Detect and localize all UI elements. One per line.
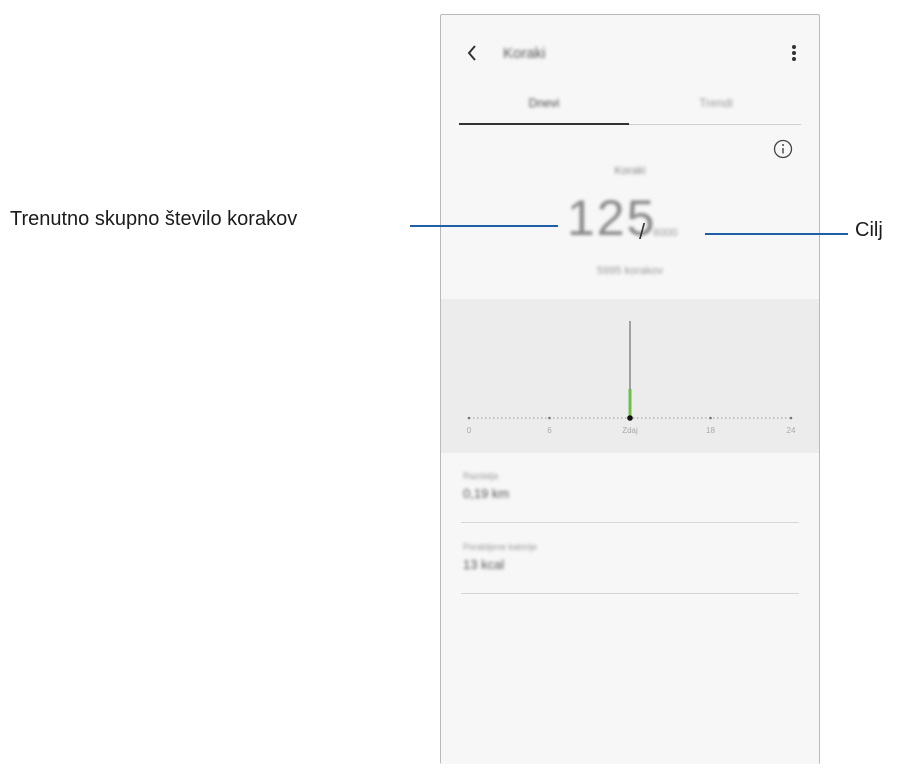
chart-svg: 0 6 Zdaj 18 24 xyxy=(467,321,796,435)
chart-tick-label: 0 xyxy=(467,426,472,435)
chart-tick-dot xyxy=(709,416,712,420)
steps-slash: / xyxy=(639,219,646,244)
more-vertical-icon[interactable] xyxy=(783,41,805,65)
callout-line-right xyxy=(705,233,848,235)
tab-trends[interactable]: Trendi xyxy=(631,89,801,125)
page-title: Koraki xyxy=(503,45,546,62)
chart-tick-label: 6 xyxy=(547,426,552,435)
active-tab-indicator xyxy=(459,123,629,125)
hourly-steps-chart: 0 6 Zdaj 18 24 xyxy=(441,299,819,453)
tab-days[interactable]: Dnevi xyxy=(459,89,629,125)
steps-label: Koraki xyxy=(614,165,646,177)
chart-tick-dot xyxy=(548,416,551,420)
chart-now-dot xyxy=(627,415,633,421)
stat-calories-value: 13 kcal xyxy=(463,557,505,572)
chart-tick-label: 24 xyxy=(787,426,796,435)
info-icon[interactable] xyxy=(771,137,795,161)
stat-distance-label: Razdalja xyxy=(463,471,499,481)
stat-distance-value: 0,19 km xyxy=(463,486,510,501)
tab-bar: Dnevi Trendi xyxy=(459,89,801,125)
tab-divider xyxy=(629,124,801,125)
stat-calories-label: Porabljene kalorije xyxy=(463,542,538,552)
chart-tick-dot xyxy=(467,416,471,420)
callout-line-left xyxy=(410,225,558,227)
stat-calories: Porabljene kalorije 13 kcal xyxy=(461,530,799,594)
chart-tick-dot xyxy=(789,416,793,420)
callout-current-steps: Trenutno skupno število korakov xyxy=(10,208,298,230)
callout-goal: Cilj xyxy=(855,219,883,241)
phone-screen: Koraki Dnevi Trendi Koraki 125 / 6000 59… xyxy=(440,14,820,764)
chart-bar-current xyxy=(628,389,632,418)
chart-tick-label: Zdaj xyxy=(622,426,638,435)
stats-list: Razdalja 0,19 km Porabljene kalorije 13 … xyxy=(441,453,819,764)
chart-tick-label: 18 xyxy=(706,426,715,435)
steps-remaining: 5995 korakov xyxy=(596,265,664,277)
back-arrow-icon[interactable] xyxy=(461,41,485,65)
app-bar: Koraki xyxy=(441,15,819,85)
steps-target: 6000 xyxy=(653,227,678,239)
stat-distance: Razdalja 0,19 km xyxy=(461,459,799,523)
